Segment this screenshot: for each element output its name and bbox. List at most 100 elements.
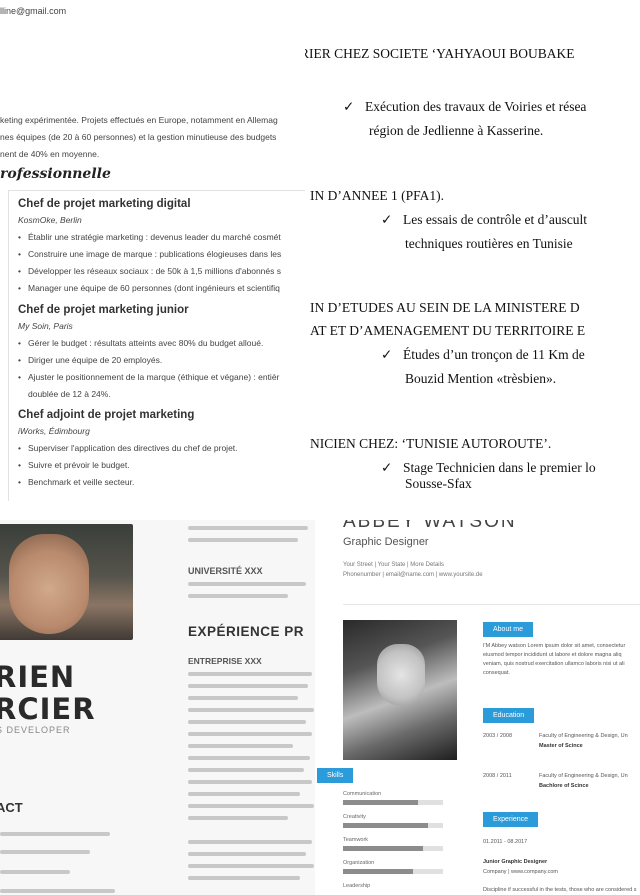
education-school: Faculty of Engineering & Design, Un xyxy=(539,773,628,779)
check-icon: ✓ xyxy=(381,347,393,362)
bullet-item: • Diriger une équipe de 20 employés. xyxy=(18,355,163,365)
experience-tag: Experience xyxy=(483,812,539,827)
bullet-continuation: doublée de 12 à 24%. xyxy=(28,389,111,399)
summary-line: nent de 40% en moyenne. xyxy=(0,149,100,159)
experience-description: Discipline if successful in the tests, t… xyxy=(483,887,637,893)
skill-label: Organization xyxy=(343,860,375,866)
text-line: région de Jedlienne à Kasserine. xyxy=(369,123,544,138)
blurred-text xyxy=(188,732,312,736)
bullet-item: • Établir une stratégie marketing : deven… xyxy=(18,232,281,242)
bullet-item: • Gérer le budget : résultats atteints av… xyxy=(18,338,264,348)
job-bullets: • Superviser l'application des directives… xyxy=(18,440,315,491)
name-line: RIEN xyxy=(0,660,76,694)
blurred-text xyxy=(188,768,304,772)
contact-heading: ACT xyxy=(0,800,23,815)
job-title: Chef de projet marketing digital xyxy=(18,198,191,210)
text-line: techniques routières en Tunisie xyxy=(405,236,573,251)
job-company: My Soin, Paris xyxy=(18,321,73,331)
skill-bar-fill xyxy=(343,869,413,874)
heading-line: NICIEN CHEZ: ‘TUNISIE AUTOROUTE’. xyxy=(310,436,552,451)
blurred-text xyxy=(188,720,306,724)
heading-line: IN D’ETUDES AU SEIN DE LA MINISTERE D xyxy=(310,300,580,315)
blurred-text xyxy=(188,744,293,748)
bullet-item: • Suivre et prévoir le budget. xyxy=(18,460,130,470)
profile-photo xyxy=(343,620,457,760)
blurred-text xyxy=(188,672,312,676)
job-company: iWorks, Édimbourg xyxy=(18,426,90,436)
contact-line: Phonenumber | email@name.com | www.yours… xyxy=(343,572,483,578)
check-icon: ✓ xyxy=(381,460,393,475)
job-entry: Chef adjoint de projet marketing iWorks,… xyxy=(18,409,315,491)
bullet-item: • Manager une équipe de 60 personnes (don… xyxy=(18,283,280,293)
cv-travaux-panel: RIER CHEZ SOCIETE ‘YAHYAOUI BOUBAKE ✓ Exé… xyxy=(305,0,640,520)
right-column: UNIVERSITÉ XXX EXPÉRIENCE PR ENTREPRISE … xyxy=(180,520,315,895)
bullet-item: • Développer les réseaux sociaux : de 50k… xyxy=(18,266,281,276)
education-degree: Master of Scince xyxy=(539,743,583,749)
skill-label: Leadership xyxy=(343,883,371,889)
summary-line: keting expérimentée. Projets effectués e… xyxy=(0,115,278,125)
blurred-text xyxy=(188,594,288,598)
blurred-text xyxy=(188,780,312,784)
blurred-text xyxy=(0,889,115,893)
job-company: KosmOke, Berlin xyxy=(18,215,82,225)
blurred-text xyxy=(188,876,300,880)
experience-title: Junior Graphic Designer xyxy=(483,859,548,865)
blurred-text xyxy=(188,852,306,856)
blurred-text xyxy=(188,756,310,760)
candidate-role: Graphic Designer xyxy=(343,536,429,548)
bullet-line: ✓ Exécution des travaux de Voiries et rés… xyxy=(343,99,587,114)
bullet-line: ✓ Études d’un tronçon de 11 Km de xyxy=(381,347,585,362)
blurred-text xyxy=(188,840,312,844)
skill-bar xyxy=(343,823,443,828)
skill-bar-fill xyxy=(343,823,428,828)
blurred-text xyxy=(0,850,90,854)
skill-label: Creativity xyxy=(343,814,366,820)
job-bullets: • Gérer le budget : résultats atteints av… xyxy=(18,335,315,403)
blurred-text xyxy=(188,816,288,820)
section-heading-experience: rofessionnelle xyxy=(0,166,111,182)
heading-line: AT ET D’AMENAGEMENT DU TERRITOIRE E xyxy=(310,323,586,338)
bullet-item: • Superviser l'application des directives… xyxy=(18,443,238,453)
bullet-item: • Construire une image de marque : public… xyxy=(18,249,282,259)
summary-paragraph: keting expérimentée. Projets effectués e… xyxy=(0,112,315,163)
skill-label: Communication xyxy=(343,791,382,797)
email-text: lline@gmail.com xyxy=(0,6,67,16)
skill-bar-fill xyxy=(343,846,423,851)
role-text: S DEVELOPER xyxy=(0,725,71,735)
skill-label: Teamwork xyxy=(343,837,369,843)
heading-line: IN D’ANNEE 1 (PFA1). xyxy=(310,188,444,203)
job-entry: Chef de projet marketing digital KosmOke… xyxy=(18,198,315,297)
resume-marketing-panel: lline@gmail.com keting expérimentée. Pro… xyxy=(0,0,315,520)
bullet-line: ✓ Les essais de contrôle et d’auscult xyxy=(381,212,588,227)
text-line: Bouzid Mention «trèsbien». xyxy=(405,371,557,386)
blurred-text xyxy=(188,684,308,688)
blurred-text xyxy=(188,864,314,868)
bullet-item: • Benchmark et veille secteur. xyxy=(18,477,135,487)
about-text: I'M Abbey watson Lorem ipsum dolor sit a… xyxy=(483,643,626,676)
education-years: 2003 / 2008 xyxy=(483,733,513,739)
about-tag: About me xyxy=(483,622,533,637)
skills-tag: Skills xyxy=(317,768,354,783)
cv-developer-panel: RIEN RCIER S DEVELOPER ACT UNIVERSITÉ XX… xyxy=(0,520,315,895)
skill-bar-fill xyxy=(343,800,418,805)
education-degree: Bachlore of Scince xyxy=(539,783,589,789)
company-heading: ENTREPRISE XXX xyxy=(188,656,262,666)
blurred-text xyxy=(188,792,300,796)
blurred-text xyxy=(0,832,110,836)
job-title: Chef de projet marketing junior xyxy=(18,304,189,316)
education-years: 2008 / 2011 xyxy=(483,773,512,779)
profile-photo xyxy=(0,524,133,640)
divider xyxy=(343,604,640,605)
blurred-text xyxy=(188,804,314,808)
face-shape xyxy=(9,534,89,634)
experience-heading: EXPÉRIENCE PR xyxy=(188,624,305,639)
name-line: RCIER xyxy=(0,692,96,726)
summary-line: nes équipes (de 20 à 60 personnes) et la… xyxy=(0,132,277,142)
blurred-text xyxy=(188,696,298,700)
experience-dates: 01.2011 - 08.2017 xyxy=(483,839,528,845)
blurred-text xyxy=(188,582,306,586)
skill-bar xyxy=(343,800,443,805)
candidate-name: ABBEY WATSON xyxy=(343,520,517,532)
skill-bar xyxy=(343,869,443,874)
education-school: Faculty of Engineering & Design, Un xyxy=(539,733,628,739)
